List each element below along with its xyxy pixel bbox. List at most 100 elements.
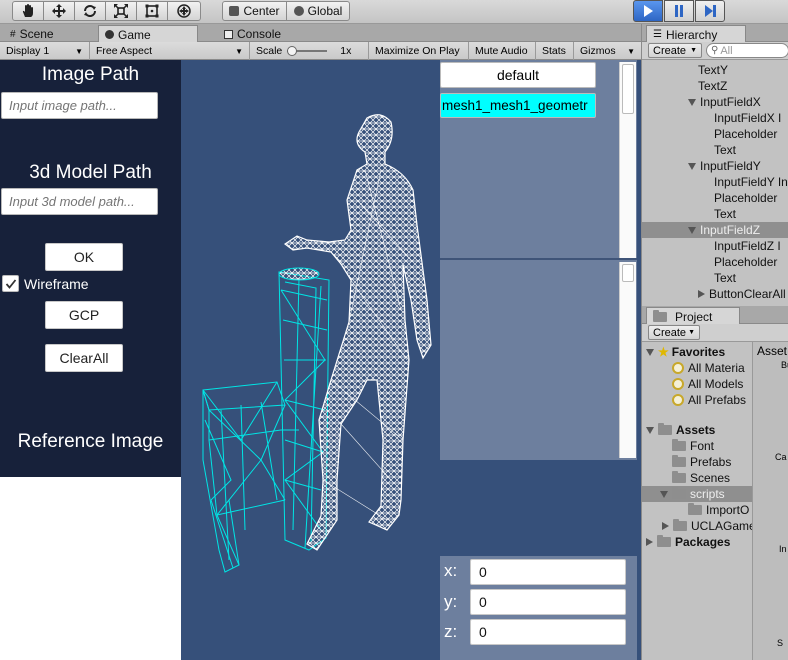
hierarchy-item[interactable]: InputFieldX [642, 94, 788, 110]
hierarchy-item[interactable]: Text [642, 206, 788, 222]
hierarchy-item[interactable]: Placeholder [642, 126, 788, 142]
mesh-list-scrollbar[interactable] [619, 62, 636, 258]
folder-label: Font [690, 439, 715, 453]
tab-scene-label: Scene [19, 27, 54, 41]
clear-all-button[interactable]: ClearAll [45, 344, 123, 372]
pivot-center-button[interactable]: Center [222, 1, 287, 21]
tab-scene[interactable]: # Scene [4, 26, 60, 42]
expand-arrow-icon[interactable] [688, 226, 696, 234]
favorite-label: All Materia [688, 361, 745, 375]
model-path-input[interactable] [1, 188, 158, 215]
asset-folder[interactable]: Font [672, 438, 714, 454]
mute-audio-toggle[interactable]: Mute Audio [469, 42, 536, 60]
project-create-button[interactable]: Create ▼ [648, 325, 700, 340]
hierarchy-list-icon: ☰ [653, 29, 662, 40]
folder-label: scripts [690, 487, 725, 501]
maximize-on-play-toggle[interactable]: Maximize On Play [369, 42, 469, 60]
tab-project[interactable]: Project [646, 307, 740, 325]
hierarchy-item[interactable]: TextY [642, 62, 788, 78]
x-label: x: [444, 561, 458, 580]
tab-hierarchy[interactable]: ☰ Hierarchy [646, 25, 746, 43]
gizmos-dropdown[interactable]: Gizmos ▼ [574, 42, 641, 60]
default-mesh-button[interactable]: default [440, 62, 596, 88]
hierarchy-search-input[interactable]: ⚲ All [706, 43, 788, 58]
asset-folder-selected[interactable]: scripts [642, 486, 752, 502]
play-button[interactable] [633, 0, 663, 22]
maximize-label: Maximize On Play [375, 45, 460, 57]
hierarchy-item[interactable]: InputFieldY In [642, 174, 788, 190]
move-tool-icon[interactable] [43, 1, 75, 21]
hierarchy-item[interactable]: Text [642, 142, 788, 158]
tab-game[interactable]: Game [98, 25, 198, 43]
y-input[interactable]: 0 [470, 589, 626, 615]
hierarchy-item[interactable]: Placeholder [642, 254, 788, 270]
panel-divider [440, 258, 637, 260]
asset-folder[interactable]: Scenes [672, 470, 730, 486]
scale-slider-thumb[interactable] [287, 46, 298, 56]
second-list-scrollbar[interactable] [619, 262, 636, 458]
ucla-folder[interactable]: UCLAGame [662, 518, 752, 534]
image-path-title: Image Path [41, 64, 140, 85]
second-list-scroll-thumb[interactable] [622, 264, 634, 282]
collapse-arrow-icon[interactable] [698, 290, 705, 298]
checkmark-icon [5, 278, 16, 289]
coordinate-panel: x: 0 y: 0 z: 0 [440, 556, 637, 660]
expand-arrow-icon[interactable] [688, 98, 696, 106]
hierarchy-item[interactable]: InputFieldY [642, 158, 788, 174]
mesh-item-button[interactable]: mesh1_mesh1_geometr [440, 93, 596, 118]
script-folder[interactable]: ImportO [688, 502, 749, 518]
image-path-input[interactable] [1, 92, 158, 119]
wireframe-checkbox[interactable] [2, 275, 19, 292]
hierarchy-item[interactable]: InputFieldZ [642, 222, 788, 238]
favorite-item[interactable]: All Materia [672, 360, 745, 376]
hierarchy-item-label: InputFieldY In [714, 175, 788, 189]
step-button[interactable] [695, 0, 725, 22]
stats-toggle[interactable]: Stats [536, 42, 574, 60]
aspect-dropdown[interactable]: Free Aspect ▼ [90, 42, 250, 60]
tab-console[interactable]: Console [218, 26, 287, 42]
dropdown-arrow-icon: ▼ [690, 47, 697, 54]
pause-button[interactable] [664, 0, 694, 22]
gcp-button[interactable]: GCP [45, 301, 123, 329]
favorite-item[interactable]: All Models [672, 376, 743, 392]
dropdown-arrow-icon: ▼ [235, 46, 243, 56]
packages-label: Packages [675, 535, 731, 549]
tab-game-label: Game [118, 27, 151, 42]
scale-slider[interactable] [287, 46, 328, 56]
mesh-list-scroll-thumb[interactable] [622, 64, 634, 114]
folder-label: Scenes [690, 471, 731, 485]
scale-tool-icon[interactable] [105, 1, 137, 21]
global-local-button[interactable]: Global [286, 1, 350, 21]
ok-button[interactable]: OK [45, 243, 123, 271]
expand-arrow-icon[interactable] [688, 162, 696, 170]
packages-node[interactable]: Packages [646, 534, 730, 550]
asset-fragment: S [777, 638, 784, 648]
rotate-tool-icon[interactable] [74, 1, 106, 21]
left-control-panel: Image Path 3d Model Path OK Wireframe GC… [0, 60, 181, 477]
hierarchy-item[interactable]: Placeholder [642, 190, 788, 206]
z-input[interactable]: 0 [470, 619, 626, 645]
hierarchy-create-button[interactable]: Create ▼ [648, 43, 702, 58]
human-wireframe [283, 114, 432, 551]
rect-tool-icon[interactable] [136, 1, 168, 21]
project-toolbar: Create ▼ [642, 324, 788, 342]
hierarchy-item[interactable]: ButtonClearAll [642, 286, 788, 302]
model-viewport[interactable] [181, 60, 440, 660]
hierarchy-item[interactable]: TextZ [642, 78, 788, 94]
hierarchy-item[interactable]: Text [642, 270, 788, 286]
transform-tool-icon[interactable] [167, 1, 201, 21]
x-input[interactable]: 0 [470, 559, 626, 585]
view-tabstrip: # Scene Game Console [0, 24, 641, 43]
display-dropdown[interactable]: Display 1 ▼ [0, 42, 90, 60]
hand-tool-icon[interactable] [12, 1, 44, 21]
pause-icon [675, 5, 683, 17]
favorite-item[interactable]: All Prefabs [672, 392, 746, 408]
favorites-node[interactable]: ★ Favorites [646, 344, 725, 360]
tab-console-label: Console [237, 27, 282, 41]
wireframe-toggle[interactable]: Wireframe [2, 275, 89, 292]
gizmos-label: Gizmos [580, 45, 616, 57]
assets-node[interactable]: Assets [646, 422, 715, 438]
asset-folder[interactable]: Prefabs [672, 454, 731, 470]
hierarchy-item[interactable]: InputFieldZ I [642, 238, 788, 254]
hierarchy-item[interactable]: InputFieldX I [642, 110, 788, 126]
